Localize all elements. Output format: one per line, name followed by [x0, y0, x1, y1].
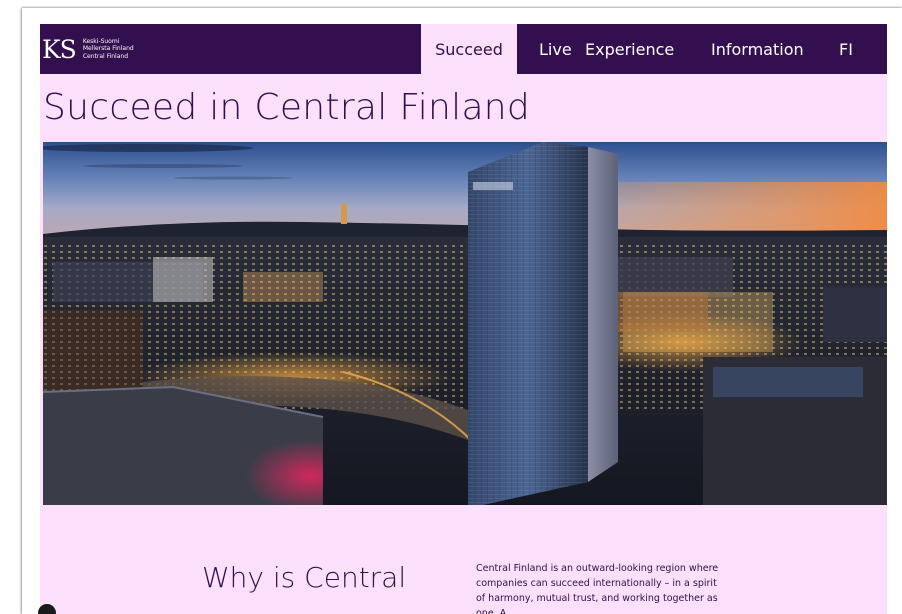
- why-heading: Why is Central: [202, 561, 407, 594]
- nav-item-information[interactable]: Information: [711, 24, 839, 74]
- main-navigation: Succeed Live Experience Information FI: [421, 24, 879, 74]
- logo-wordmark: Keski-Suomi Mellersta Finland Central Fi…: [83, 38, 134, 61]
- logo-mark: KS: [42, 34, 77, 64]
- site-header: KS Keski-Suomi Mellersta Finland Central…: [40, 24, 887, 74]
- page-title: Succeed in Central Finland: [43, 87, 531, 128]
- web-page: KS Keski-Suomi Mellersta Finland Central…: [40, 24, 887, 614]
- logo-line-sv: Mellersta Finland: [82, 45, 134, 53]
- intro-paragraph: Central Finland is an outward-looking re…: [476, 563, 719, 614]
- site-logo[interactable]: KS Keski-Suomi Mellersta Finland Central…: [42, 32, 134, 66]
- logo-line-en: Central Finland: [82, 52, 129, 60]
- nav-item-experience[interactable]: Experience: [585, 24, 711, 74]
- language-switch-fi[interactable]: FI: [839, 24, 879, 74]
- nav-item-succeed[interactable]: Succeed: [421, 24, 517, 74]
- logo-line-fi: Keski-Suomi: [82, 37, 120, 45]
- nav-item-live[interactable]: Live: [517, 24, 585, 74]
- browser-content-frame: KS Keski-Suomi Mellersta Finland Central…: [22, 8, 902, 614]
- hero-image: [43, 142, 887, 505]
